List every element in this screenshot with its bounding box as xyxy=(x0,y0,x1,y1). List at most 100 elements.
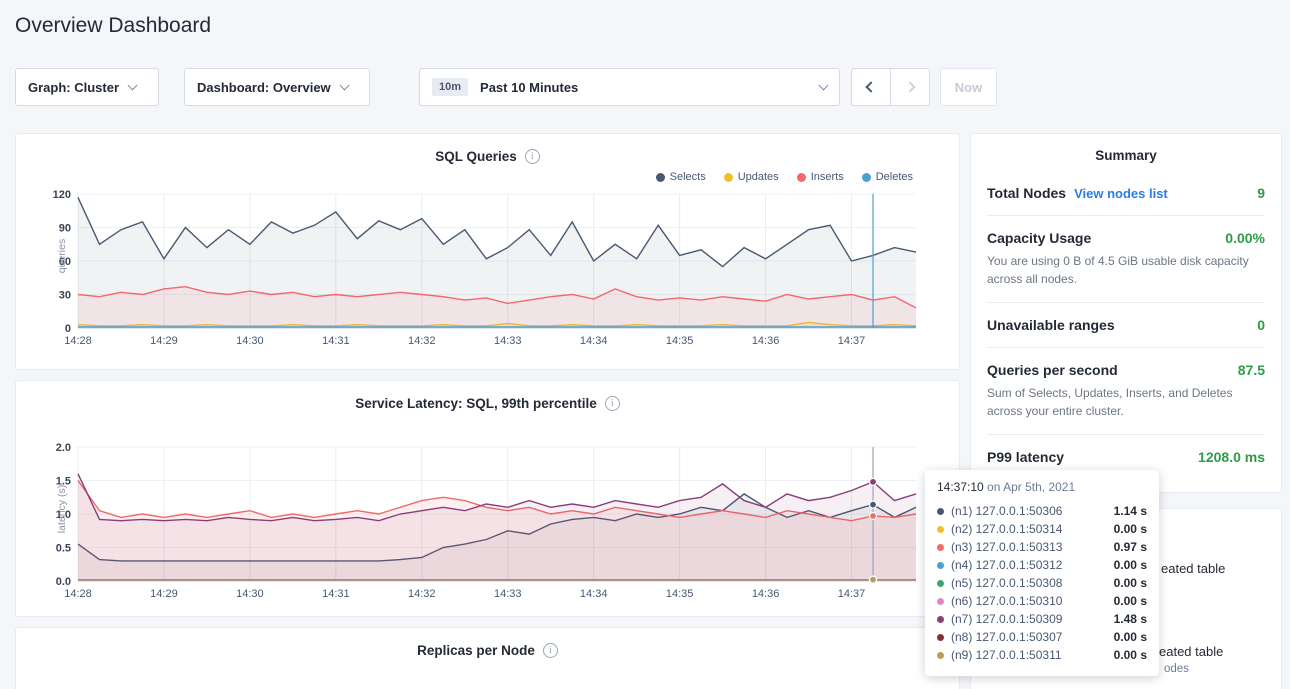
crosshair-dot xyxy=(870,478,877,485)
toolbar: Graph: Cluster Dashboard: Overview 10m P… xyxy=(15,68,997,106)
node-latency-value: 0.00 s xyxy=(1114,630,1147,644)
chevron-down-icon xyxy=(128,81,138,91)
y-tick-label: 0.0 xyxy=(56,576,71,588)
event-item-subtext-fragment: odes xyxy=(1164,663,1189,675)
x-tick-label: 14:36 xyxy=(752,335,780,347)
x-tick-label: 14:37 xyxy=(838,335,866,347)
summary-row-unavailable-ranges: Unavailable ranges 0 xyxy=(987,317,1265,333)
plot-area: latency (s) 0.00.51.01.52.014:2814:2914:… xyxy=(32,441,943,608)
view-nodes-link[interactable]: View nodes list xyxy=(1074,186,1168,201)
node-color-dot xyxy=(937,652,944,659)
info-icon[interactable]: i xyxy=(525,149,540,164)
legend-item-updates[interactable]: Updates xyxy=(724,171,779,183)
legend-item-inserts[interactable]: Inserts xyxy=(797,171,844,183)
now-button[interactable]: Now xyxy=(940,68,997,106)
selects-color-dot xyxy=(656,173,665,182)
total-nodes-label: Total Nodes xyxy=(987,185,1066,201)
graph-dropdown-label: Graph: Cluster xyxy=(28,80,119,95)
node-color-dot xyxy=(937,562,944,569)
crosshair-dot xyxy=(870,513,877,520)
tooltip-node-list: (n1) 127.0.0.1:503061.14 s(n2) 127.0.0.1… xyxy=(937,502,1147,664)
tooltip-node-row: (n6) 127.0.0.1:503100.00 s xyxy=(937,592,1147,610)
summary-row-total-nodes: Total Nodes View nodes list 9 xyxy=(987,185,1265,201)
prev-range-button[interactable] xyxy=(851,68,891,106)
node-latency-value: 0.00 s xyxy=(1114,558,1147,572)
chart-legend: Selects Updates Inserts Deletes xyxy=(32,166,943,188)
node-address: (n1) 127.0.0.1:50306 xyxy=(951,504,1062,518)
node-address: (n7) 127.0.0.1:50309 xyxy=(951,612,1062,626)
summary-panel: Summary Total Nodes View nodes list 9 Ca… xyxy=(970,133,1282,493)
plot-area: queries 030609012014:2814:2914:3014:3114… xyxy=(32,188,943,355)
dashboard-dropdown-label: Dashboard: Overview xyxy=(197,80,331,95)
x-tick-label: 14:31 xyxy=(322,588,350,600)
total-nodes-value: 9 xyxy=(1257,185,1265,201)
tooltip-node-row: (n3) 127.0.0.1:503130.97 s xyxy=(937,538,1147,556)
qps-description: Sum of Selects, Updates, Inserts, and De… xyxy=(987,384,1265,420)
unavailable-ranges-value: 0 xyxy=(1257,317,1265,333)
x-tick-label: 14:33 xyxy=(494,335,522,347)
deletes-color-dot xyxy=(862,173,871,182)
event-item-fragment[interactable]: eated table xyxy=(1161,561,1225,576)
x-tick-label: 14:28 xyxy=(64,335,92,347)
unavailable-ranges-label: Unavailable ranges xyxy=(987,317,1115,333)
time-range-dropdown[interactable]: 10m Past 10 Minutes xyxy=(419,68,840,106)
node-address: (n2) 127.0.0.1:50314 xyxy=(951,522,1062,536)
y-axis-unit-label: latency (s) xyxy=(56,469,68,549)
chart-hover-tooltip: 14:37:10 on Apr 5th, 2021 (n1) 127.0.0.1… xyxy=(925,470,1159,676)
x-tick-label: 14:32 xyxy=(408,335,436,347)
tooltip-time: 14:37:10 xyxy=(937,480,984,494)
series-area xyxy=(78,474,916,581)
x-tick-label: 14:29 xyxy=(150,335,178,347)
divider xyxy=(987,215,1265,216)
x-tick-label: 14:31 xyxy=(322,335,350,347)
x-tick-label: 14:29 xyxy=(150,588,178,600)
chevron-right-icon xyxy=(904,81,915,92)
qps-label: Queries per second xyxy=(987,362,1118,378)
sql-queries-chart[interactable]: 030609012014:2814:2914:3014:3114:3214:33… xyxy=(32,188,922,350)
time-range-label: Past 10 Minutes xyxy=(480,80,578,95)
qps-value: 87.5 xyxy=(1238,362,1265,378)
tooltip-node-row: (n4) 127.0.0.1:50312 0.00 s xyxy=(937,556,1147,574)
x-tick-label: 14:35 xyxy=(666,335,694,347)
node-address: (n6) 127.0.0.1:50310 xyxy=(951,594,1062,608)
x-tick-label: 14:36 xyxy=(752,588,780,600)
chart-title-row: Replicas per Node i xyxy=(32,640,943,660)
tooltip-node-row: (n7) 127.0.0.1:50309 1.48 s xyxy=(937,610,1147,628)
node-color-dot xyxy=(937,544,944,551)
legend-item-selects[interactable]: Selects xyxy=(656,171,706,183)
node-address: (n4) 127.0.0.1:50312 xyxy=(951,558,1062,572)
x-tick-label: 14:37 xyxy=(838,588,866,600)
service-latency-card: Service Latency: SQL, 99th percentile i … xyxy=(15,380,960,617)
next-range-button[interactable] xyxy=(890,68,930,106)
dashboard-dropdown[interactable]: Dashboard: Overview xyxy=(184,68,370,106)
y-axis-unit-label: queries xyxy=(56,216,68,296)
page-title: Overview Dashboard xyxy=(15,14,211,38)
node-latency-value: 1.48 s xyxy=(1114,612,1147,626)
time-nav-group xyxy=(851,68,930,106)
node-latency-value: 0.97 s xyxy=(1114,540,1147,554)
tooltip-node-row: (n5) 127.0.0.1:503080.00 s xyxy=(937,574,1147,592)
node-address: (n5) 127.0.0.1:50308 xyxy=(951,576,1062,590)
node-latency-value: 0.00 s xyxy=(1114,522,1147,536)
event-item-fragment[interactable]: eated table xyxy=(1159,644,1223,659)
x-tick-label: 14:32 xyxy=(408,588,436,600)
legend-item-deletes[interactable]: Deletes xyxy=(862,171,913,183)
info-icon[interactable]: i xyxy=(543,643,558,658)
x-tick-label: 14:35 xyxy=(666,588,694,600)
tooltip-node-row: (n8) 127.0.0.1:503070.00 s xyxy=(937,628,1147,646)
graph-dropdown[interactable]: Graph: Cluster xyxy=(15,68,159,106)
node-color-dot xyxy=(937,508,944,515)
legend-label: Updates xyxy=(738,171,779,183)
capacity-label: Capacity Usage xyxy=(987,230,1091,246)
crosshair-dot xyxy=(870,576,877,583)
summary-row-capacity: Capacity Usage 0.00% xyxy=(987,230,1265,246)
tooltip-node-row: (n2) 127.0.0.1:50314 0.00 s xyxy=(937,520,1147,538)
tooltip-date: on Apr 5th, 2021 xyxy=(984,480,1075,494)
capacity-description: You are using 0 B of 4.5 GiB usable disk… xyxy=(987,252,1265,288)
latency-chart[interactable]: 0.00.51.01.52.014:2814:2914:3014:3114:32… xyxy=(32,441,922,603)
x-tick-label: 14:34 xyxy=(580,335,608,347)
inserts-color-dot xyxy=(797,173,806,182)
info-icon[interactable]: i xyxy=(605,396,620,411)
divider xyxy=(987,347,1265,348)
y-tick-label: 120 xyxy=(53,189,71,201)
